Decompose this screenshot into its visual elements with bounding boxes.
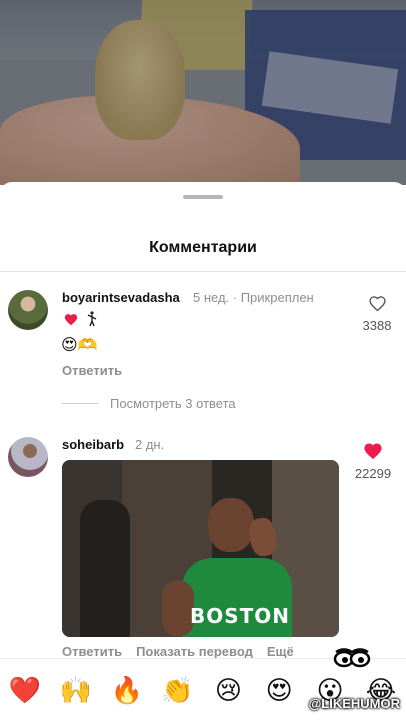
replies-line xyxy=(62,403,98,404)
sheet-drag-handle[interactable] xyxy=(183,195,223,199)
emoji-heart[interactable]: ❤️ xyxy=(4,670,46,710)
emoji-crying[interactable]: 😢 xyxy=(207,670,249,710)
comment-actions: Ответить Показать перевод Ещё xyxy=(62,644,342,659)
heart-outline-icon xyxy=(368,295,386,311)
comment-text: 😍🫶 xyxy=(61,337,98,354)
avatar[interactable] xyxy=(8,290,48,330)
watermark-logo-icon xyxy=(333,648,371,668)
comments-sheet: Комментарии boyarintsevadasha 5 нед. · П… xyxy=(0,182,406,720)
comment-gif[interactable]: BOSTON xyxy=(62,460,339,637)
video-background xyxy=(0,0,406,185)
heart-icon xyxy=(364,443,382,460)
view-replies-button[interactable]: Посмотреть 3 ответа xyxy=(62,396,236,411)
comment-username[interactable]: boyarintsevadasha xyxy=(62,290,180,305)
comment-meta: 5 нед. · Прикреплен xyxy=(193,290,314,305)
reply-button[interactable]: Ответить xyxy=(62,644,122,659)
reply-button[interactable]: Ответить xyxy=(62,363,122,378)
emoji-clap[interactable]: 👏 xyxy=(157,670,199,710)
like-count: 3388 xyxy=(362,318,392,333)
show-translation-button[interactable]: Показать перевод xyxy=(136,644,253,659)
comment-meta: 2 дн. xyxy=(135,437,165,452)
emoji-raised-hands[interactable]: 🙌 xyxy=(55,670,97,710)
gif-jersey-text: BOSTON xyxy=(190,604,291,628)
watermark: @LIKEHUMOR xyxy=(308,696,400,711)
comment-username[interactable]: soheibarb xyxy=(62,437,124,452)
divider xyxy=(0,271,406,272)
avatar[interactable] xyxy=(8,437,48,477)
skater-figure-icon xyxy=(87,311,97,327)
emoji-heart-eyes[interactable]: 😍 xyxy=(258,670,300,710)
creator-liked-indicator xyxy=(64,310,98,327)
view-replies-label: Посмотреть 3 ответа xyxy=(110,396,236,411)
more-button[interactable]: Ещё xyxy=(267,644,294,659)
emoji-fire[interactable]: 🔥 xyxy=(106,670,148,710)
like-button[interactable] xyxy=(362,440,384,462)
like-button[interactable] xyxy=(366,292,388,314)
heart-icon xyxy=(64,313,78,326)
like-count: 22299 xyxy=(354,466,392,481)
sheet-title: Комментарии xyxy=(149,239,257,256)
